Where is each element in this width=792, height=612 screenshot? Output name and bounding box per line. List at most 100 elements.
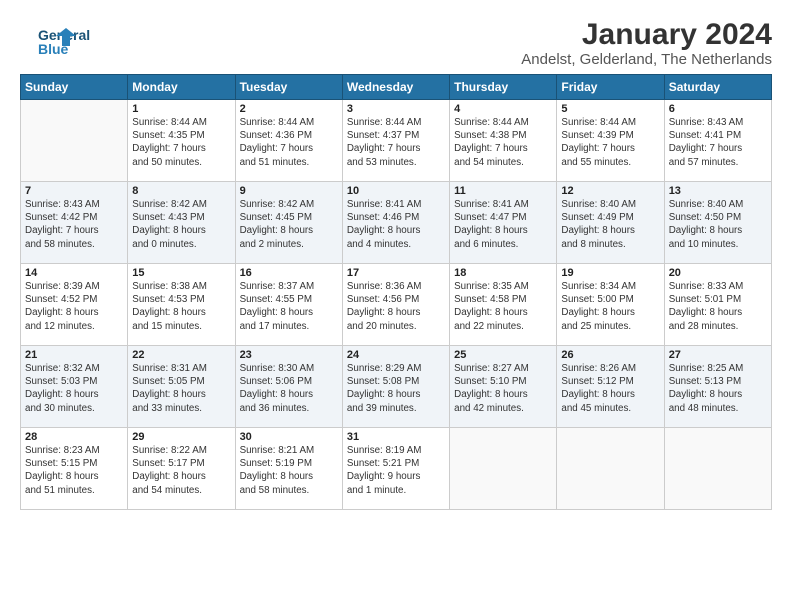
day-info: Sunrise: 8:40 AM Sunset: 4:49 PM Dayligh… — [561, 198, 659, 251]
week-row-2: 7Sunrise: 8:43 AM Sunset: 4:42 PM Daylig… — [21, 182, 772, 264]
day-header-monday: Monday — [128, 75, 235, 100]
day-info: Sunrise: 8:33 AM Sunset: 5:01 PM Dayligh… — [669, 280, 767, 333]
day-header-thursday: Thursday — [450, 75, 557, 100]
logo-icon: General Blue — [20, 20, 92, 60]
calendar-cell: 15Sunrise: 8:38 AM Sunset: 4:53 PM Dayli… — [128, 264, 235, 346]
day-info: Sunrise: 8:40 AM Sunset: 4:50 PM Dayligh… — [669, 198, 767, 251]
day-header-wednesday: Wednesday — [342, 75, 449, 100]
calendar-cell: 19Sunrise: 8:34 AM Sunset: 5:00 PM Dayli… — [557, 264, 664, 346]
calendar-cell: 1Sunrise: 8:44 AM Sunset: 4:35 PM Daylig… — [128, 100, 235, 182]
day-info: Sunrise: 8:44 AM Sunset: 4:37 PM Dayligh… — [347, 116, 445, 169]
day-info: Sunrise: 8:37 AM Sunset: 4:55 PM Dayligh… — [240, 280, 338, 333]
week-row-1: 1Sunrise: 8:44 AM Sunset: 4:35 PM Daylig… — [21, 100, 772, 182]
day-number: 29 — [132, 431, 230, 443]
calendar-cell: 5Sunrise: 8:44 AM Sunset: 4:39 PM Daylig… — [557, 100, 664, 182]
day-number: 20 — [669, 267, 767, 279]
week-row-4: 21Sunrise: 8:32 AM Sunset: 5:03 PM Dayli… — [21, 346, 772, 428]
day-header-friday: Friday — [557, 75, 664, 100]
day-number: 28 — [25, 431, 123, 443]
calendar-title: January 2024 — [521, 18, 772, 51]
calendar-cell: 10Sunrise: 8:41 AM Sunset: 4:46 PM Dayli… — [342, 182, 449, 264]
title-block: January 2024 Andelst, Gelderland, The Ne… — [521, 18, 772, 68]
day-info: Sunrise: 8:35 AM Sunset: 4:58 PM Dayligh… — [454, 280, 552, 333]
calendar-cell: 11Sunrise: 8:41 AM Sunset: 4:47 PM Dayli… — [450, 182, 557, 264]
calendar-cell: 28Sunrise: 8:23 AM Sunset: 5:15 PM Dayli… — [21, 428, 128, 510]
calendar-cell: 26Sunrise: 8:26 AM Sunset: 5:12 PM Dayli… — [557, 346, 664, 428]
day-info: Sunrise: 8:30 AM Sunset: 5:06 PM Dayligh… — [240, 362, 338, 415]
day-number: 21 — [25, 349, 123, 361]
day-header-saturday: Saturday — [664, 75, 771, 100]
calendar-cell: 18Sunrise: 8:35 AM Sunset: 4:58 PM Dayli… — [450, 264, 557, 346]
calendar-cell: 6Sunrise: 8:43 AM Sunset: 4:41 PM Daylig… — [664, 100, 771, 182]
day-info: Sunrise: 8:25 AM Sunset: 5:13 PM Dayligh… — [669, 362, 767, 415]
day-number: 24 — [347, 349, 445, 361]
day-number: 19 — [561, 267, 659, 279]
calendar-cell — [664, 428, 771, 510]
day-header-tuesday: Tuesday — [235, 75, 342, 100]
day-number: 4 — [454, 103, 552, 115]
logo: General Blue — [20, 20, 92, 60]
day-number: 2 — [240, 103, 338, 115]
calendar-cell: 7Sunrise: 8:43 AM Sunset: 4:42 PM Daylig… — [21, 182, 128, 264]
day-info: Sunrise: 8:43 AM Sunset: 4:42 PM Dayligh… — [25, 198, 123, 251]
day-info: Sunrise: 8:41 AM Sunset: 4:47 PM Dayligh… — [454, 198, 552, 251]
day-number: 17 — [347, 267, 445, 279]
day-number: 8 — [132, 185, 230, 197]
calendar-cell: 25Sunrise: 8:27 AM Sunset: 5:10 PM Dayli… — [450, 346, 557, 428]
day-info: Sunrise: 8:44 AM Sunset: 4:35 PM Dayligh… — [132, 116, 230, 169]
day-number: 9 — [240, 185, 338, 197]
day-number: 3 — [347, 103, 445, 115]
day-header-sunday: Sunday — [21, 75, 128, 100]
calendar-cell: 27Sunrise: 8:25 AM Sunset: 5:13 PM Dayli… — [664, 346, 771, 428]
day-number: 26 — [561, 349, 659, 361]
day-number: 22 — [132, 349, 230, 361]
day-info: Sunrise: 8:39 AM Sunset: 4:52 PM Dayligh… — [25, 280, 123, 333]
day-number: 11 — [454, 185, 552, 197]
day-number: 15 — [132, 267, 230, 279]
day-info: Sunrise: 8:22 AM Sunset: 5:17 PM Dayligh… — [132, 444, 230, 497]
header: General Blue January 2024 Andelst, Gelde… — [20, 18, 772, 68]
calendar-cell — [557, 428, 664, 510]
day-info: Sunrise: 8:42 AM Sunset: 4:43 PM Dayligh… — [132, 198, 230, 251]
day-number: 5 — [561, 103, 659, 115]
calendar-page: General Blue January 2024 Andelst, Gelde… — [0, 0, 792, 520]
calendar-cell: 14Sunrise: 8:39 AM Sunset: 4:52 PM Dayli… — [21, 264, 128, 346]
calendar-cell — [450, 428, 557, 510]
day-number: 18 — [454, 267, 552, 279]
calendar-cell: 22Sunrise: 8:31 AM Sunset: 5:05 PM Dayli… — [128, 346, 235, 428]
day-info: Sunrise: 8:19 AM Sunset: 5:21 PM Dayligh… — [347, 444, 445, 497]
calendar-cell: 20Sunrise: 8:33 AM Sunset: 5:01 PM Dayli… — [664, 264, 771, 346]
day-info: Sunrise: 8:43 AM Sunset: 4:41 PM Dayligh… — [669, 116, 767, 169]
day-number: 31 — [347, 431, 445, 443]
calendar-cell: 4Sunrise: 8:44 AM Sunset: 4:38 PM Daylig… — [450, 100, 557, 182]
calendar-cell: 29Sunrise: 8:22 AM Sunset: 5:17 PM Dayli… — [128, 428, 235, 510]
day-info: Sunrise: 8:42 AM Sunset: 4:45 PM Dayligh… — [240, 198, 338, 251]
day-number: 12 — [561, 185, 659, 197]
day-info: Sunrise: 8:32 AM Sunset: 5:03 PM Dayligh… — [25, 362, 123, 415]
day-info: Sunrise: 8:44 AM Sunset: 4:39 PM Dayligh… — [561, 116, 659, 169]
day-info: Sunrise: 8:31 AM Sunset: 5:05 PM Dayligh… — [132, 362, 230, 415]
calendar-cell — [21, 100, 128, 182]
day-info: Sunrise: 8:27 AM Sunset: 5:10 PM Dayligh… — [454, 362, 552, 415]
day-number: 1 — [132, 103, 230, 115]
calendar-cell: 30Sunrise: 8:21 AM Sunset: 5:19 PM Dayli… — [235, 428, 342, 510]
day-number: 13 — [669, 185, 767, 197]
calendar-cell: 21Sunrise: 8:32 AM Sunset: 5:03 PM Dayli… — [21, 346, 128, 428]
calendar-table: SundayMondayTuesdayWednesdayThursdayFrid… — [20, 74, 772, 510]
day-info: Sunrise: 8:29 AM Sunset: 5:08 PM Dayligh… — [347, 362, 445, 415]
day-number: 16 — [240, 267, 338, 279]
day-number: 10 — [347, 185, 445, 197]
calendar-cell: 24Sunrise: 8:29 AM Sunset: 5:08 PM Dayli… — [342, 346, 449, 428]
week-row-3: 14Sunrise: 8:39 AM Sunset: 4:52 PM Dayli… — [21, 264, 772, 346]
calendar-cell: 12Sunrise: 8:40 AM Sunset: 4:49 PM Dayli… — [557, 182, 664, 264]
calendar-cell: 16Sunrise: 8:37 AM Sunset: 4:55 PM Dayli… — [235, 264, 342, 346]
calendar-cell: 2Sunrise: 8:44 AM Sunset: 4:36 PM Daylig… — [235, 100, 342, 182]
day-number: 23 — [240, 349, 338, 361]
calendar-cell: 9Sunrise: 8:42 AM Sunset: 4:45 PM Daylig… — [235, 182, 342, 264]
day-info: Sunrise: 8:26 AM Sunset: 5:12 PM Dayligh… — [561, 362, 659, 415]
day-info: Sunrise: 8:44 AM Sunset: 4:38 PM Dayligh… — [454, 116, 552, 169]
calendar-cell: 31Sunrise: 8:19 AM Sunset: 5:21 PM Dayli… — [342, 428, 449, 510]
day-info: Sunrise: 8:23 AM Sunset: 5:15 PM Dayligh… — [25, 444, 123, 497]
day-info: Sunrise: 8:21 AM Sunset: 5:19 PM Dayligh… — [240, 444, 338, 497]
day-number: 7 — [25, 185, 123, 197]
